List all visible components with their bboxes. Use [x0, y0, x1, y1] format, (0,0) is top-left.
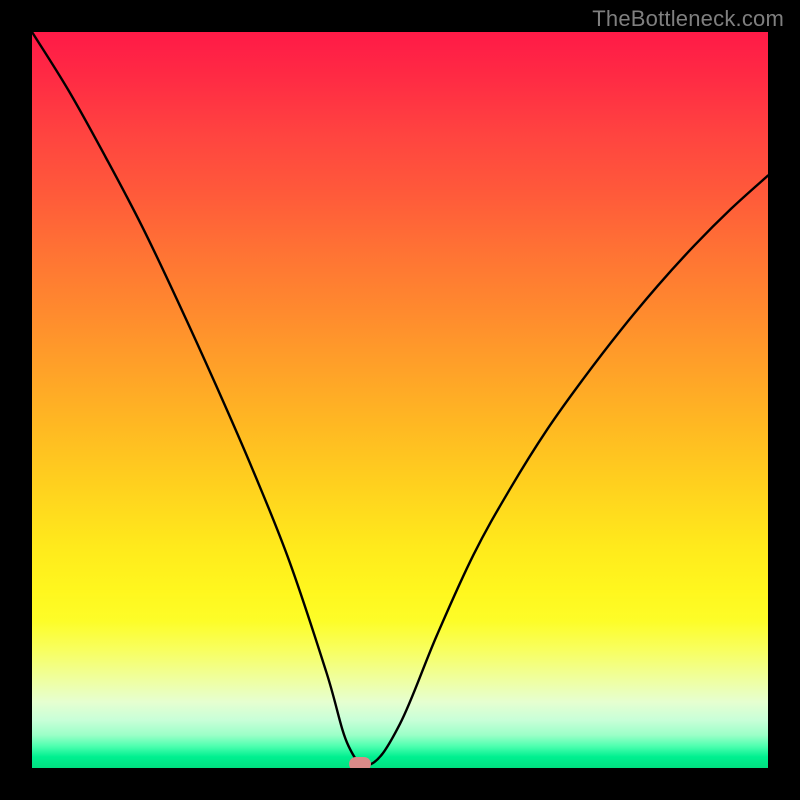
chart-frame: TheBottleneck.com	[0, 0, 800, 800]
plot-area	[32, 32, 768, 768]
bottleneck-curve	[32, 32, 768, 768]
optimum-marker	[349, 757, 371, 768]
watermark-text: TheBottleneck.com	[592, 6, 784, 32]
